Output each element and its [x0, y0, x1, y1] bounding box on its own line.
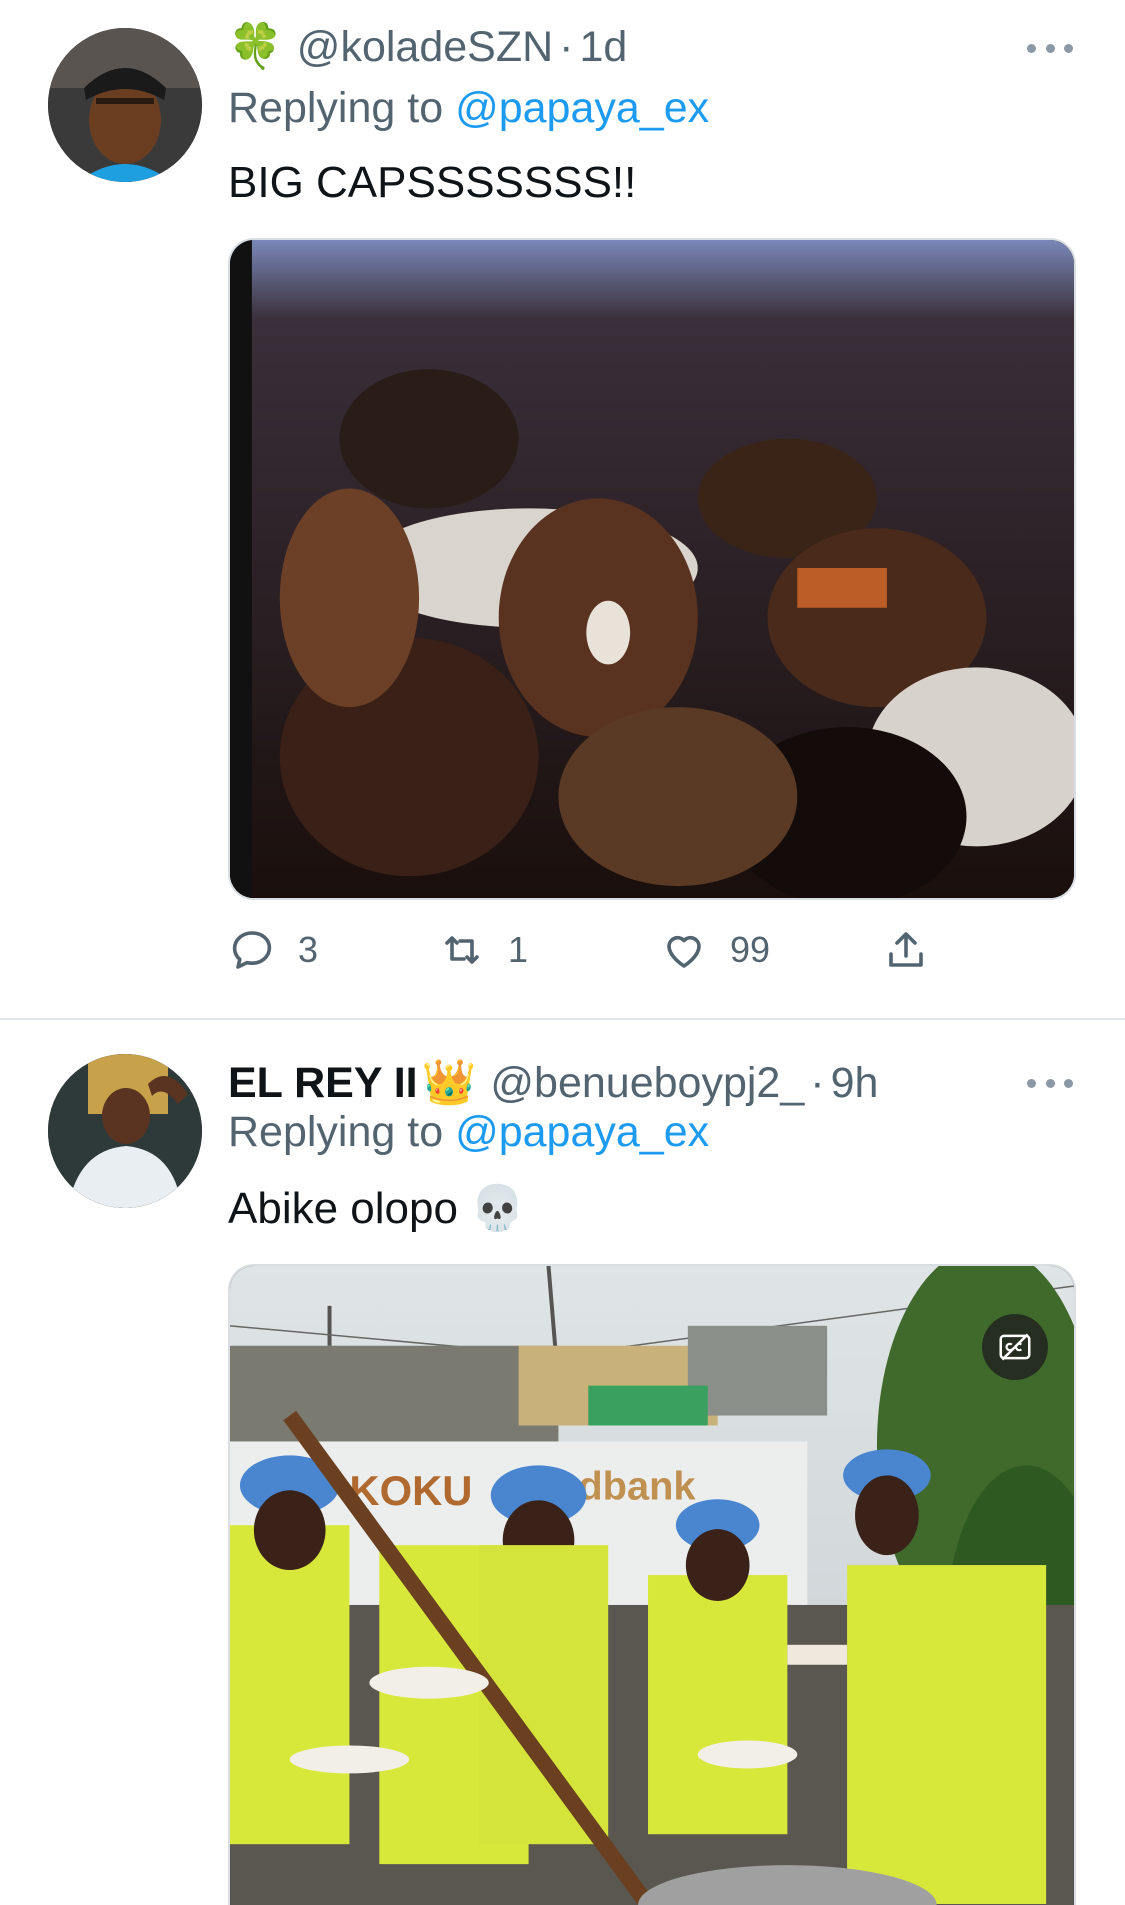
mention-link[interactable]: @papaya_ex — [455, 84, 709, 132]
author-handle[interactable]: @koladeSZN — [297, 23, 553, 72]
separator-dot: · — [810, 1058, 825, 1107]
share-button[interactable] — [882, 920, 930, 980]
replying-to-line: Replying to @papaya_ex — [228, 1108, 709, 1157]
more-icon[interactable] — [1027, 42, 1073, 54]
van-brand-text: dbank — [578, 1464, 696, 1508]
reply-button[interactable]: 3 — [228, 920, 318, 980]
timestamp[interactable]: 9h — [831, 1059, 879, 1108]
van-logo-text: KOKU — [349, 1467, 472, 1514]
crown-emoji: 👑 — [421, 1058, 477, 1107]
tweet-video[interactable] — [228, 238, 1076, 900]
heart-icon — [667, 935, 701, 968]
share-upload-icon — [889, 932, 923, 967]
captions-off-icon — [999, 1333, 1031, 1361]
replying-to-label: Replying to — [228, 84, 456, 132]
retweet-button[interactable]: 1 — [438, 920, 528, 980]
like-count: 99 — [730, 929, 771, 970]
timestamp[interactable]: 1d — [580, 23, 628, 72]
author-handle[interactable]: @benueboypj2_ — [490, 1059, 804, 1108]
replying-to-label: Replying to — [228, 1108, 456, 1156]
like-button[interactable]: 99 — [660, 920, 770, 980]
author-name[interactable]: EL REY II — [228, 1059, 418, 1108]
tweet-video[interactable]: KOKU dbank — [228, 1264, 1076, 1905]
tweet-actions: 3 1 99 — [228, 920, 988, 980]
speech-bubble-icon — [232, 931, 272, 969]
replying-to-line: Replying to @papaya_ex — [228, 84, 709, 133]
reply-count: 3 — [298, 929, 319, 970]
more-icon[interactable] — [1027, 1077, 1073, 1089]
tweet-text: BIG CAPSSSSSSS!! — [228, 158, 637, 207]
separator-dot: · — [559, 22, 574, 71]
avatar[interactable] — [48, 1054, 202, 1208]
tweet-header: 🍀 @koladeSZN · 1d — [228, 18, 627, 76]
retweet-count: 1 — [508, 929, 529, 970]
avatar[interactable] — [48, 28, 202, 182]
clover-emoji: 🍀 — [228, 22, 283, 71]
mention-link[interactable]: @papaya_ex — [455, 1108, 709, 1156]
tweet-benueboypj2[interactable]: EL REY II 👑 @benueboypj2_ · 9h Replying … — [0, 1020, 1125, 1905]
tweet-header: EL REY II 👑 @benueboypj2_ · 9h — [228, 1054, 878, 1112]
tweet-koladeSZN[interactable]: 🍀 @koladeSZN · 1d Replying to @papaya_ex… — [0, 0, 1125, 1018]
captions-off-button[interactable] — [982, 1314, 1048, 1380]
retweet-icon — [445, 936, 479, 964]
tweet-text: Abike olopo 💀 — [228, 1184, 525, 1233]
